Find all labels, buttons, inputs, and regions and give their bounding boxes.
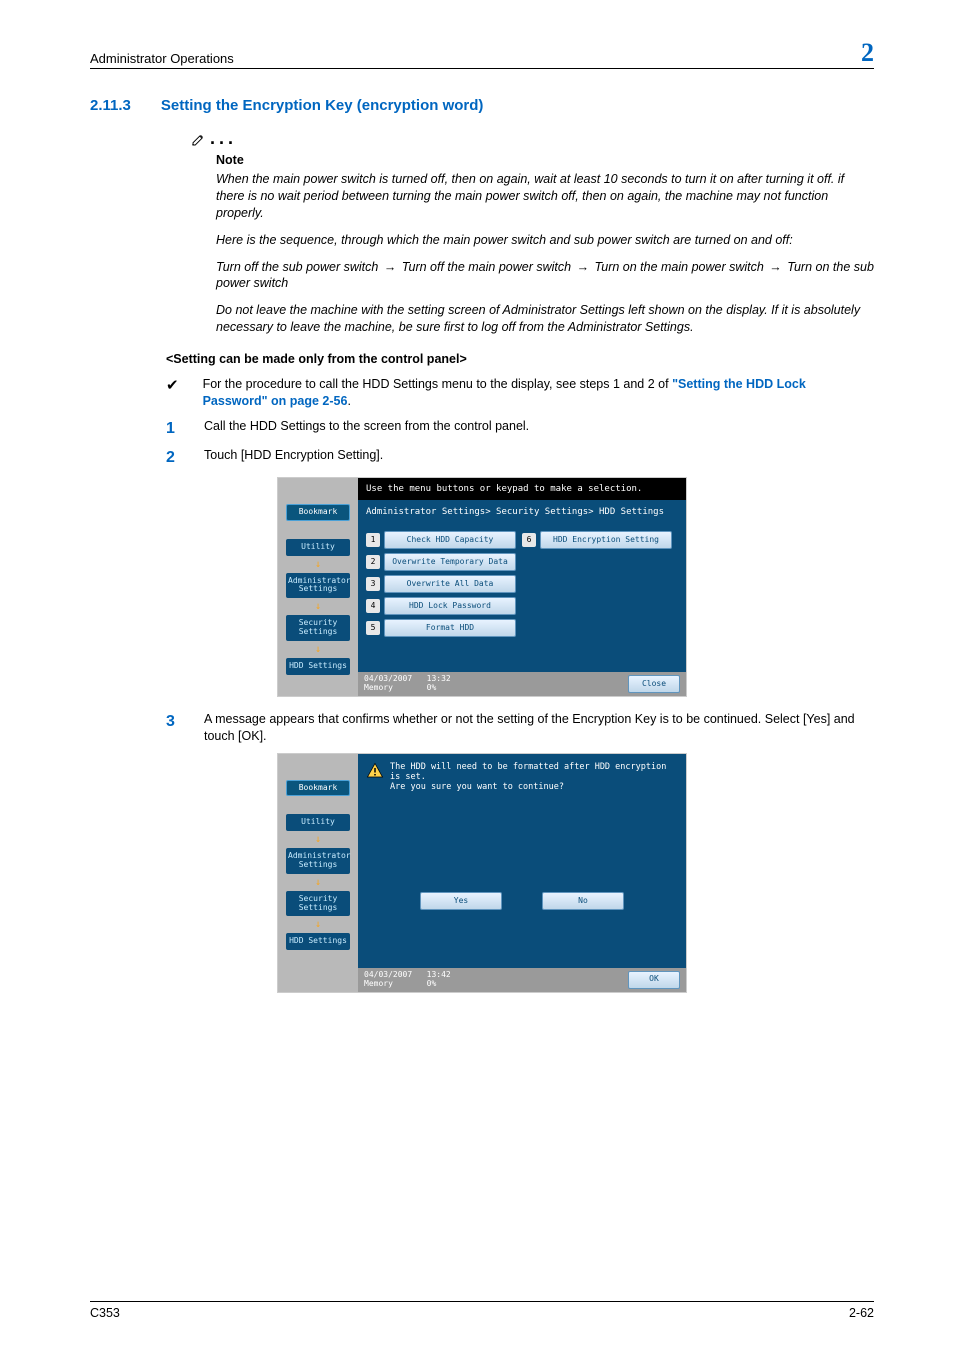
breadcrumb: Administrator Settings> Security Setting… xyxy=(366,507,678,517)
menu-num: 6 xyxy=(522,533,536,547)
menu-num: 3 xyxy=(366,577,380,591)
hdd-settings-button[interactable]: HDD Settings xyxy=(286,933,350,950)
menu-num: 1 xyxy=(366,533,380,547)
hdd-encryption-setting-button[interactable]: HDD Encryption Setting xyxy=(540,531,672,549)
format-hdd-button[interactable]: Format HDD xyxy=(384,619,516,637)
step-2-text: Touch [HDD Encryption Setting]. xyxy=(204,447,383,469)
security-settings-button[interactable]: Security Settings xyxy=(286,615,350,641)
step-number-3: 3 xyxy=(166,711,180,745)
subheading: <Setting can be made only from the contr… xyxy=(166,352,874,366)
check-hdd-capacity-button[interactable]: Check HDD Capacity xyxy=(384,531,516,549)
step-3-text: A message appears that confirms whether … xyxy=(204,711,874,745)
note-dots-icon: ... xyxy=(210,128,237,149)
panel-message: Use the menu buttons or keypad to make a… xyxy=(358,478,686,500)
note-p4: Do not leave the machine with the settin… xyxy=(216,302,874,336)
yes-button[interactable]: Yes xyxy=(420,892,502,910)
warning-icon xyxy=(366,762,384,780)
utility-button[interactable]: Utility xyxy=(286,539,350,556)
step-number-1: 1 xyxy=(166,418,180,440)
pencil-icon xyxy=(190,130,208,148)
bookmark-button[interactable]: Bookmark xyxy=(286,780,350,797)
arrow-down-icon: ↓ xyxy=(278,877,358,888)
arrow-down-icon: ↓ xyxy=(278,644,358,655)
menu-num: 2 xyxy=(366,555,380,569)
ok-button[interactable]: OK xyxy=(628,971,680,989)
header-left: Administrator Operations xyxy=(90,51,234,66)
arrow-down-icon: ↓ xyxy=(278,834,358,845)
note-label: Note xyxy=(216,153,874,167)
chapter-number: 2 xyxy=(861,40,874,66)
step-number-2: 2 xyxy=(166,447,180,469)
confirm-msg-line2: Are you sure you want to continue? xyxy=(390,782,678,792)
no-button[interactable]: No xyxy=(542,892,624,910)
section-title: Setting the Encryption Key (encryption w… xyxy=(161,97,484,114)
menu-num: 5 xyxy=(366,621,380,635)
confirm-panel: Bookmark Utility ↓ Administrator Setting… xyxy=(277,753,687,993)
close-button[interactable]: Close xyxy=(628,675,680,693)
hdd-settings-button[interactable]: HDD Settings xyxy=(286,658,350,675)
utility-button[interactable]: Utility xyxy=(286,814,350,831)
overwrite-all-data-button[interactable]: Overwrite All Data xyxy=(384,575,516,593)
footer-page: 2-62 xyxy=(849,1306,874,1320)
bookmark-button[interactable]: Bookmark xyxy=(286,504,350,521)
check-icon: ✔ xyxy=(166,376,179,410)
note-p1: When the main power switch is turned off… xyxy=(216,171,874,222)
arrow-down-icon: ↓ xyxy=(278,919,358,930)
note-p2: Here is the sequence, through which the … xyxy=(216,232,874,249)
step-1-text: Call the HDD Settings to the screen from… xyxy=(204,418,529,440)
hdd-settings-panel: Bookmark Utility ↓ Administrator Setting… xyxy=(277,477,687,697)
arrow-down-icon: ↓ xyxy=(278,559,358,570)
note-p3: Turn off the sub power switch → Turn off… xyxy=(216,259,874,293)
admin-settings-button[interactable]: Administrator Settings xyxy=(286,848,350,874)
menu-num: 4 xyxy=(366,599,380,613)
bullet-text: For the procedure to call the HDD Settin… xyxy=(203,376,874,410)
footer-model: C353 xyxy=(90,1306,120,1320)
confirm-msg-line1: The HDD will need to be formatted after … xyxy=(390,762,678,782)
section-number: 2.11.3 xyxy=(90,97,131,114)
admin-settings-button[interactable]: Administrator Settings xyxy=(286,573,350,599)
arrow-down-icon: ↓ xyxy=(278,601,358,612)
hdd-lock-password-button[interactable]: HDD Lock Password xyxy=(384,597,516,615)
security-settings-button[interactable]: Security Settings xyxy=(286,891,350,917)
overwrite-temp-data-button[interactable]: Overwrite Temporary Data xyxy=(384,553,516,571)
